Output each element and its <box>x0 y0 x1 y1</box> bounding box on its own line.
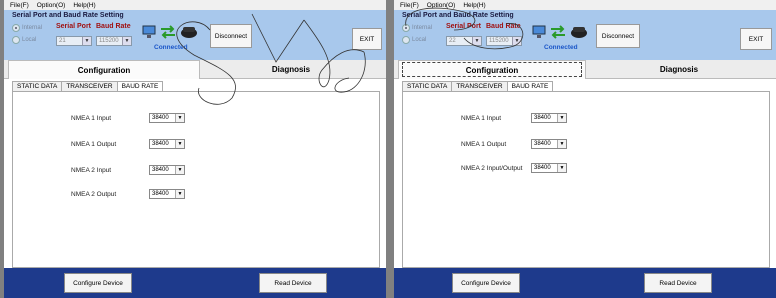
read-device-button[interactable]: Read Device <box>259 273 327 293</box>
nmea1-output-row: NMEA 1 Output 38400 ▼ <box>461 139 567 149</box>
footer-bar: Configure Device Read Device <box>4 268 386 298</box>
nmea2-output-row: NMEA 2 Output 38400 ▼ <box>71 189 185 199</box>
nmea1-input-select[interactable]: 38400 ▼ <box>531 113 567 123</box>
chevron-down-icon: ▼ <box>175 140 184 148</box>
left-window: File(F) Option(O) Help(H) Serial Port an… <box>4 0 386 298</box>
nmea2-inout-select[interactable]: 38400 ▼ <box>531 163 567 173</box>
nmea1-output-row: NMEA 1 Output 38400 ▼ <box>71 139 185 149</box>
nmea2-inout-row: NMEA 2 Input/Output 38400 ▼ <box>461 163 567 173</box>
configure-device-button[interactable]: Configure Device <box>64 273 132 293</box>
nmea1-input-row: NMEA 1 Input 38400 ▼ <box>461 113 567 123</box>
chevron-down-icon: ▼ <box>175 166 184 174</box>
row-label: NMEA 1 Input <box>461 115 502 122</box>
baud-rate-panel: NMEA 1 Input 38400 ▼ NMEA 1 Output 38400 ▼… <box>402 91 770 268</box>
row-label: NMEA 1 Output <box>71 141 117 148</box>
chevron-down-icon: ▼ <box>557 114 566 122</box>
chevron-down-icon: ▼ <box>175 190 184 198</box>
row-label: NMEA 1 Output <box>461 141 507 148</box>
nmea2-input-row: NMEA 2 Input 38400 ▼ <box>71 165 185 175</box>
nmea2-output-select[interactable]: 38400 ▼ <box>149 189 185 199</box>
right-window: File(F) Option(O) Help(H) Serial Port an… <box>394 0 776 298</box>
configure-device-button[interactable]: Configure Device <box>452 273 520 293</box>
chevron-down-icon: ▼ <box>557 140 566 148</box>
nmea2-input-select[interactable]: 38400 ▼ <box>149 165 185 175</box>
row-label: NMEA 2 Input <box>71 167 112 174</box>
read-device-button[interactable]: Read Device <box>644 273 712 293</box>
footer-bar: Configure Device Read Device <box>394 268 776 298</box>
nmea1-output-select[interactable]: 38400 ▼ <box>531 139 567 149</box>
handwritten-overlay <box>176 13 366 105</box>
chevron-down-icon: ▼ <box>557 164 566 172</box>
nmea1-output-select[interactable]: 38400 ▼ <box>149 139 185 149</box>
row-label: NMEA 2 Input/Output <box>461 165 523 172</box>
handwritten-overlay <box>405 7 524 50</box>
row-label: NMEA 2 Output <box>71 191 117 198</box>
